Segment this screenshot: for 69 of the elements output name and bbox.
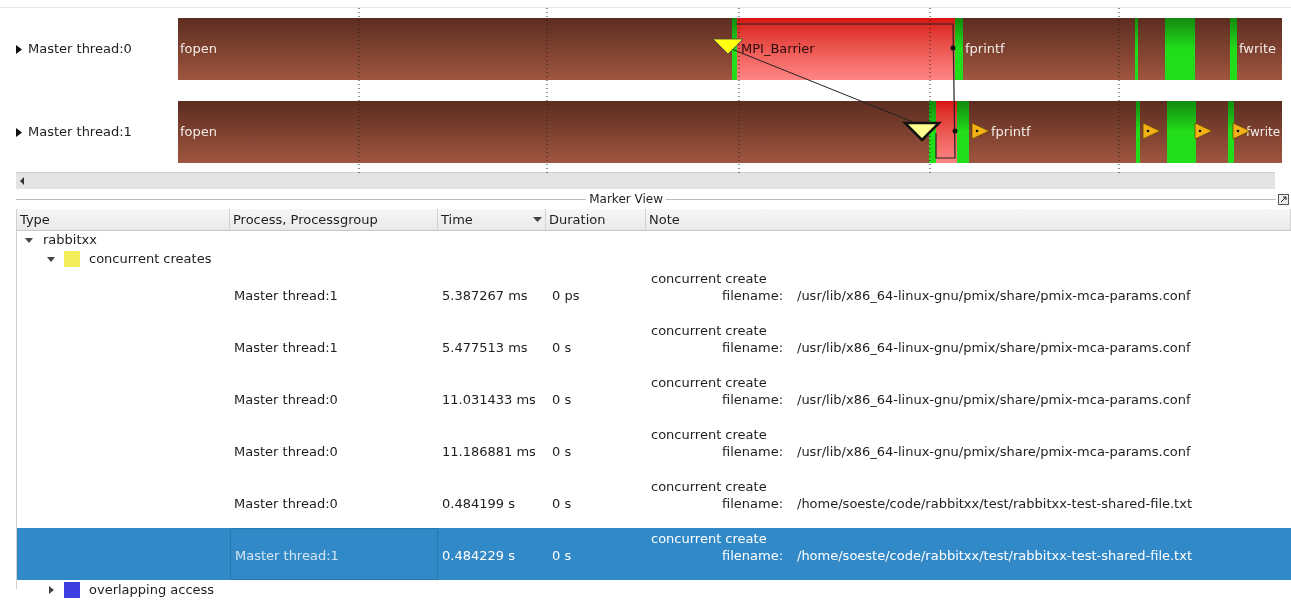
collapse-arrow-icon[interactable]: [25, 236, 33, 244]
function-call-block[interactable]: fwrite: [1237, 18, 1282, 80]
note-field-label: filename:: [721, 287, 785, 304]
note-field-label: filename:: [721, 391, 785, 408]
tree-item: rabbitxx: [43, 231, 97, 250]
mpi-call-block[interactable]: MPI_Barrier: [737, 18, 955, 80]
note-title: concurrent create: [651, 478, 768, 495]
thread-label: Master thread:1: [28, 123, 132, 142]
expand-arrow-icon[interactable]: [47, 585, 55, 594]
function-call-block[interactable]: [1196, 101, 1228, 163]
note-field-value: /usr/lib/x86_64-linux-gnu/pmix/share/pmix-mca-params.conf: [797, 287, 1191, 304]
table-cell-text: 11.186881 ms: [442, 442, 536, 461]
column-header[interactable]: Time: [438, 209, 546, 230]
note-field-value: /usr/lib/x86_64-linux-gnu/pmix/share/pmix-mca-params.conf: [797, 443, 1191, 460]
column-header[interactable]: Note: [646, 209, 1291, 230]
note-field-value: /usr/lib/x86_64-linux-gnu/pmix/share/pmix-mca-params.conf: [797, 339, 1191, 356]
table-cell-text: 5.387267 ms: [442, 286, 528, 305]
column-header[interactable]: Process, Processgroup: [230, 209, 438, 230]
table-cell-text: Master thread:0: [234, 442, 338, 461]
table-cell-text: Master thread:0: [234, 390, 338, 409]
table-cell-text: Master thread:1: [235, 546, 339, 565]
function-call-block[interactable]: fprintf: [963, 18, 1135, 80]
tree-item: overlapping access: [89, 580, 215, 599]
marker-row[interactable]: Master thread:1 5.387267 ms 0 ps concurrent create filename: /usr/lib/x86_64-linux-gnu/pmix/share/pmix-mca-params.conf: [17, 268, 1291, 320]
marker-row[interactable]: Master thread:0 0.484199 s 0 s concurrent create filename: /home/soeste/code/rabbitxx/test/rabbitxx-test-shared-file.txt: [17, 476, 1291, 528]
note-field-label: filename:: [721, 495, 785, 512]
tree-item: concurrent creates: [89, 249, 212, 268]
note-title: concurrent create: [651, 530, 768, 547]
note-title: concurrent create: [651, 374, 768, 391]
column-header[interactable]: Type: [17, 209, 230, 230]
table-cell-text: 11.031433 ms: [442, 390, 536, 409]
function-call-block[interactable]: fprintf: [969, 101, 1136, 163]
table-cell-text: 0 s: [552, 390, 572, 409]
note-field-label: filename:: [721, 443, 785, 460]
note-title: concurrent create: [651, 270, 768, 287]
table-cell-text: Master thread:0: [234, 494, 338, 513]
table-cell-text: 0 s: [552, 546, 572, 565]
note-field-label: filename:: [721, 339, 785, 356]
marker-row[interactable]: Master thread:0 11.031433 ms 0 s concurrent create filename: /usr/lib/x86_64-linux-gnu/pmix/share/pmix-mca-params.conf: [17, 372, 1291, 424]
function-call-block[interactable]: fopen: [178, 101, 929, 163]
note-field-value: /usr/lib/x86_64-linux-gnu/pmix/share/pmix-mca-params.conf: [797, 391, 1191, 408]
table-cell-text: Master thread:1: [234, 286, 338, 305]
sort-arrow-icon[interactable]: [533, 217, 542, 222]
table-cell-text: 0 s: [552, 442, 572, 461]
note-field-label: filename:: [721, 547, 785, 564]
note-field-value: /home/soeste/code/rabbitxx/test/rabbitxx-test-shared-file.txt: [797, 495, 1192, 512]
float-panel-icon[interactable]: [1278, 193, 1289, 205]
table-cell-text: 0 s: [552, 494, 572, 513]
function-call-block[interactable]: fopen: [178, 18, 732, 80]
table-cell-text: Master thread:1: [234, 338, 338, 357]
table-cell-text: 0 ps: [552, 286, 580, 305]
table-cell-text: 5.477513 ms: [442, 338, 528, 357]
function-call-block[interactable]: fwrite: [1234, 101, 1282, 163]
table-cell-text: 0.484199 s: [442, 494, 515, 513]
expand-arrow-icon[interactable]: [16, 44, 22, 54]
column-header[interactable]: Duration: [546, 209, 646, 230]
marker-row[interactable]: Master thread:0 11.186881 ms 0 s concurrent create filename: /usr/lib/x86_64-linux-gnu/pmix/share/pmix-mca-params.conf: [17, 424, 1291, 476]
panel-title: Marker View: [588, 191, 664, 208]
marker-row[interactable]: Master thread:1 5.477513 ms 0 s concurrent create filename: /usr/lib/x86_64-linux-gnu/pmix/share/pmix-mca-params.conf: [17, 320, 1291, 372]
marker-row[interactable]: Master thread:1 0.484229 s 0 s concurrent create filename: /home/soeste/code/rabbitxx/test/rabbitxx-test-shared-file.txt: [17, 528, 1291, 580]
thread-label: Master thread:0: [28, 40, 132, 59]
note-title: concurrent create: [651, 322, 768, 339]
table-cell-text: 0.484229 s: [442, 546, 515, 565]
note-title: concurrent create: [651, 426, 768, 443]
note-field-value: /home/soeste/code/rabbitxx/test/rabbitxx-test-shared-file.txt: [797, 547, 1192, 564]
expand-arrow-icon[interactable]: [16, 127, 22, 137]
collapse-arrow-icon[interactable]: [47, 254, 55, 263]
scroll-left-icon[interactable]: [18, 177, 26, 185]
table-cell-text: 0 s: [552, 338, 572, 357]
